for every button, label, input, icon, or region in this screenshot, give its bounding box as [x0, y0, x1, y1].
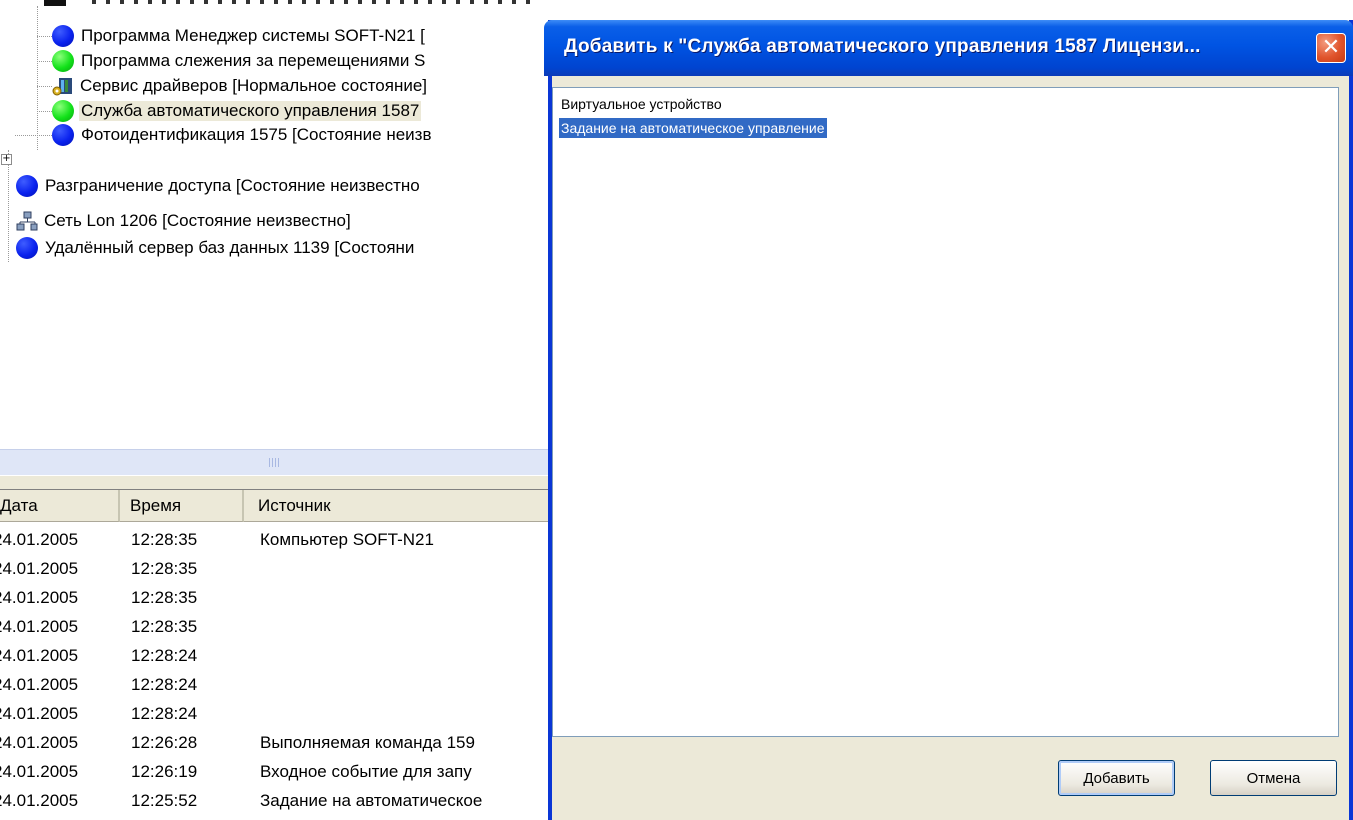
- table-row[interactable]: 24.01.2005 12:26:19 Входное событие для за…: [0, 760, 560, 786]
- tree-item-label: Сеть Lon 1206 [Состояние неизвестно]: [44, 211, 351, 230]
- tree-line: [37, 111, 52, 112]
- horizontal-scrollbar[interactable]: [0, 449, 560, 475]
- cell-date: 24.01.2005: [0, 617, 79, 636]
- cell-date: 24.01.2005: [0, 559, 79, 578]
- tree-line: [8, 150, 9, 262]
- column-header-source[interactable]: Источник: [244, 490, 560, 522]
- tree-line: [15, 135, 52, 136]
- table-row[interactable]: 24.01.2005 12:28:35: [0, 557, 560, 583]
- cell-source: Входное событие для запу: [260, 762, 472, 781]
- table-row[interactable]: 24.01.2005 12:28:24: [0, 702, 560, 728]
- tree-item-tracking[interactable]: Программа слежения за перемещениями S: [52, 49, 427, 73]
- tree-item-access-control[interactable]: Разграничение доступа [Состояние неизвес…: [16, 174, 422, 198]
- table-row[interactable]: 24.01.2005 12:28:35: [0, 615, 560, 641]
- cell-date: 24.01.2005: [0, 762, 79, 781]
- cell-time: 12:28:24: [131, 646, 198, 665]
- cell-source: Задание на автоматическое: [260, 791, 483, 810]
- network-icon: [16, 211, 38, 231]
- table-row[interactable]: 24.01.2005 12:28:24: [0, 673, 560, 699]
- tree-item-manager[interactable]: Программа Менеджер системы SOFT-N21 [: [52, 24, 427, 48]
- pane-splitter[interactable]: [0, 475, 560, 491]
- cell-time: 12:28:35: [131, 617, 198, 636]
- dialog-title: Добавить к "Служба автоматического управ…: [564, 36, 1201, 57]
- cell-time: 12:28:24: [131, 675, 198, 694]
- close-button[interactable]: ✕: [1316, 33, 1346, 63]
- cancel-button[interactable]: Отмена: [1210, 760, 1337, 796]
- cell-date: 24.01.2005: [0, 646, 79, 665]
- blue-status-icon: [16, 237, 38, 259]
- green-status-icon: [52, 50, 74, 72]
- cell-date: 24.01.2005: [0, 791, 79, 810]
- tree-item-label: Разграничение доступа [Состояние неизвес…: [45, 176, 420, 195]
- column-header-time[interactable]: Время: [120, 490, 244, 522]
- blue-status-icon: [52, 124, 74, 146]
- list-option-virtual-device[interactable]: Виртуальное устройство: [559, 94, 724, 114]
- tree-line: [37, 6, 38, 150]
- cell-time: 12:26:19: [131, 762, 198, 781]
- close-icon: ✕: [1321, 35, 1341, 60]
- tree-item-label: Удалённый сервер баз данных 1139 [Состоя…: [45, 238, 415, 257]
- cell-date: 24.01.2005: [0, 704, 79, 723]
- tree-item-cut-off: [92, 0, 532, 4]
- cell-source: Выполняемая команда 159: [260, 733, 475, 752]
- table-row[interactable]: 24.01.2005 12:25:52 Задание на автоматичес…: [0, 789, 560, 815]
- table-row[interactable]: 24.01.2005 12:28:24: [0, 644, 560, 670]
- tree-item-remote-db-server[interactable]: Удалённый сервер баз данных 1139 [Состоя…: [16, 236, 416, 260]
- tree-line: [37, 36, 52, 37]
- cell-date: 24.01.2005: [0, 675, 79, 694]
- device-tree[interactable]: + Программа Менеджер системы SOFT-N21 [ …: [0, 0, 560, 448]
- tree-line: [37, 86, 52, 87]
- cell-source: Компьютер SOFT-N21: [260, 530, 434, 549]
- tree-item-label: Фотоидентификация 1575 [Состояние неизв: [81, 125, 432, 144]
- scrollbar-grip-icon[interactable]: [269, 458, 281, 467]
- cell-time: 12:28:35: [131, 559, 198, 578]
- cell-date: 24.01.2005: [0, 733, 79, 752]
- tree-item-label: Служба автоматического управления 1587: [79, 101, 422, 121]
- tree-item-photo-id[interactable]: Фотоидентификация 1575 [Состояние неизв: [52, 123, 433, 147]
- expand-toggle-icon[interactable]: +: [1, 154, 12, 165]
- table-row[interactable]: 24.01.2005 12:28:35 Компьютер SOFT-N21: [0, 528, 560, 554]
- table-row[interactable]: 24.01.2005 12:28:35: [0, 586, 560, 612]
- column-header-date[interactable]: Дата: [0, 490, 120, 522]
- tree-item-label: Сервис драйверов [Нормальное состояние]: [80, 76, 428, 95]
- cell-date: 24.01.2005: [0, 530, 79, 549]
- cell-time: 12:28:24: [131, 704, 198, 723]
- tree-line: [37, 61, 52, 62]
- blue-status-icon: [16, 175, 38, 197]
- cell-time: 12:26:28: [131, 733, 198, 752]
- monitor-icon: [44, 0, 66, 6]
- event-log-table[interactable]: Дата Время Источник 24.01.2005 12:28:35 Ко…: [0, 490, 560, 820]
- dialog-titlebar[interactable]: Добавить к "Служба автоматического управ…: [544, 20, 1353, 76]
- table-row[interactable]: 24.01.2005 12:26:28 Выполняемая команда 15…: [0, 731, 560, 757]
- cell-time: 12:25:52: [131, 791, 198, 810]
- cell-date: 24.01.2005: [0, 588, 79, 607]
- tree-item-driver-service[interactable]: Сервис драйверов [Нормальное состояние]: [52, 74, 429, 98]
- list-option-auto-control-task[interactable]: Задание на автоматическое управление: [559, 118, 827, 138]
- cell-time: 12:28:35: [131, 588, 198, 607]
- cell-time: 12:28:35: [131, 530, 198, 549]
- tree-item-label: Программа слежения за перемещениями S: [81, 51, 426, 70]
- tree-item-label: Программа Менеджер системы SOFT-N21 [: [81, 26, 425, 45]
- driver-service-icon: [52, 76, 74, 96]
- add-button[interactable]: Добавить: [1058, 760, 1175, 796]
- blue-status-icon: [52, 25, 74, 47]
- object-type-list[interactable]: Виртуальное устройство Задание на автома…: [552, 87, 1339, 737]
- tree-item-lon-network[interactable]: Сеть Lon 1206 [Состояние неизвестно]: [16, 209, 353, 233]
- green-status-icon: [52, 100, 74, 122]
- tree-item-auto-control-service[interactable]: Служба автоматического управления 1587: [52, 99, 422, 123]
